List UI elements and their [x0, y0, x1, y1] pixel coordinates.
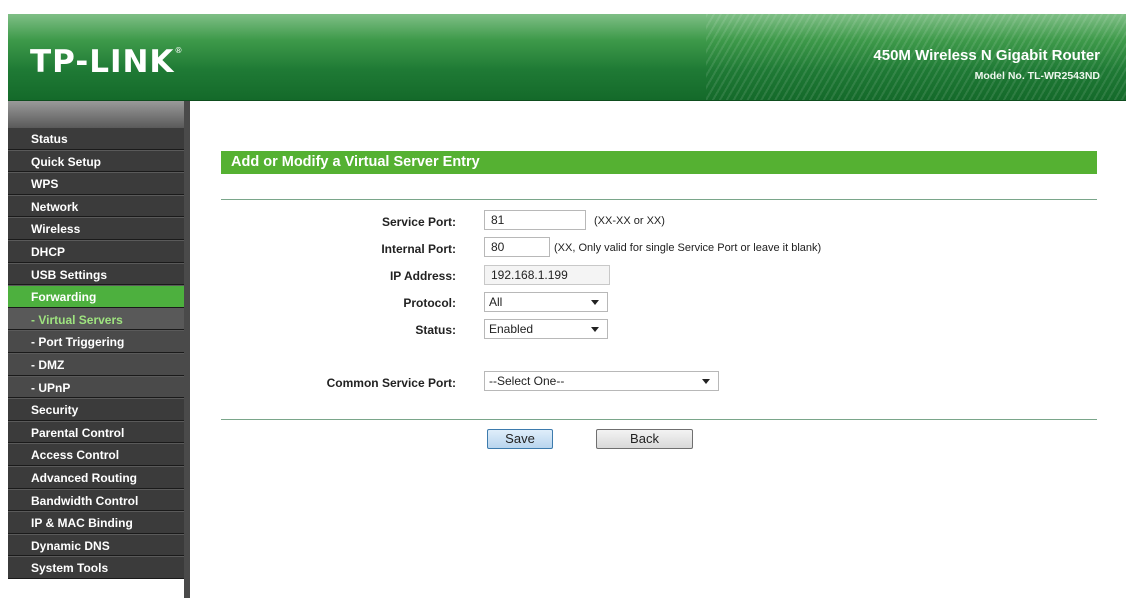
tp-link-logo: TP-LINK®: [30, 44, 184, 80]
sidebar-item-ip-mac-binding[interactable]: IP & MAC Binding: [8, 511, 184, 534]
header-banner: TP-LINK® 450M Wireless N Gigabit Router …: [8, 14, 1126, 101]
sidebar-item-system-tools[interactable]: System Tools: [8, 556, 184, 579]
internal-port-input[interactable]: 80: [484, 237, 550, 257]
status-label: Status:: [415, 323, 456, 337]
protocol-value: All: [489, 295, 503, 309]
sidebar-item-dhcp[interactable]: DHCP: [8, 239, 184, 263]
sidebar-item-wps[interactable]: WPS: [8, 172, 184, 195]
sidebar-item-wireless[interactable]: Wireless: [8, 217, 184, 240]
status-value: Enabled: [489, 322, 534, 336]
sidebar-item-network[interactable]: Network: [8, 194, 184, 218]
sidebar-item-security[interactable]: Security: [8, 398, 184, 421]
common-service-port-value: --Select One--: [489, 374, 565, 388]
ip-address-label: IP Address:: [389, 269, 456, 283]
protocol-select[interactable]: All: [484, 292, 608, 312]
chevron-down-icon: [591, 327, 599, 332]
sidebar-item-forwarding[interactable]: Forwarding: [8, 285, 184, 308]
sidebar-item-virtual-servers[interactable]: - Virtual Servers: [8, 307, 184, 331]
sidebar-item-quick-setup[interactable]: Quick Setup: [8, 149, 184, 173]
save-button[interactable]: Save: [487, 429, 553, 449]
protocol-label: Protocol:: [403, 296, 456, 310]
product-name: 450M Wireless N Gigabit Router: [873, 47, 1100, 64]
sidebar-top-bar: [8, 101, 184, 127]
chevron-down-icon: [591, 300, 599, 305]
service-port-hint: (XX-XX or XX): [594, 215, 665, 227]
sidebar-item-port-triggering[interactable]: - Port Triggering: [8, 330, 184, 353]
common-service-port-select[interactable]: --Select One--: [484, 371, 719, 391]
status-select[interactable]: Enabled: [484, 319, 608, 339]
sidebar-item-upnp[interactable]: - UPnP: [8, 375, 184, 399]
divider-top: [221, 199, 1097, 200]
model-number: Model No. TL-WR2543ND: [974, 70, 1100, 82]
sidebar-item-access-control[interactable]: Access Control: [8, 443, 184, 466]
sidebar-item-parental-control[interactable]: Parental Control: [8, 420, 184, 444]
sidebar-item-dynamic-dns[interactable]: Dynamic DNS: [8, 533, 184, 557]
service-port-input[interactable]: 81: [484, 210, 586, 230]
sidebar-item-bandwidth-control[interactable]: Bandwidth Control: [8, 488, 184, 512]
sidebar-menu: Status Quick Setup WPS Network Wireless DHCP U…: [8, 127, 184, 579]
internal-port-hint: (XX, Only valid for single Service Port …: [554, 242, 822, 254]
ip-address-input[interactable]: 192.168.1.199: [484, 265, 610, 285]
page-title: Add or Modify a Virtual Server Entry: [221, 151, 1097, 174]
divider-bottom: [221, 419, 1097, 420]
sidebar-item-dmz[interactable]: - DMZ: [8, 352, 184, 376]
sidebar-item-advanced-routing[interactable]: Advanced Routing: [8, 465, 184, 489]
internal-port-label: Internal Port:: [381, 242, 456, 256]
common-service-port-label: Common Service Port:: [326, 376, 456, 390]
main-content: Add or Modify a Virtual Server Entry Ser…: [190, 101, 1126, 598]
back-button[interactable]: Back: [596, 429, 693, 449]
service-port-label: Service Port:: [381, 215, 456, 229]
sidebar-item-usb-settings[interactable]: USB Settings: [8, 262, 184, 286]
sidebar-item-status[interactable]: Status: [8, 127, 184, 150]
chevron-down-icon: [702, 379, 710, 384]
